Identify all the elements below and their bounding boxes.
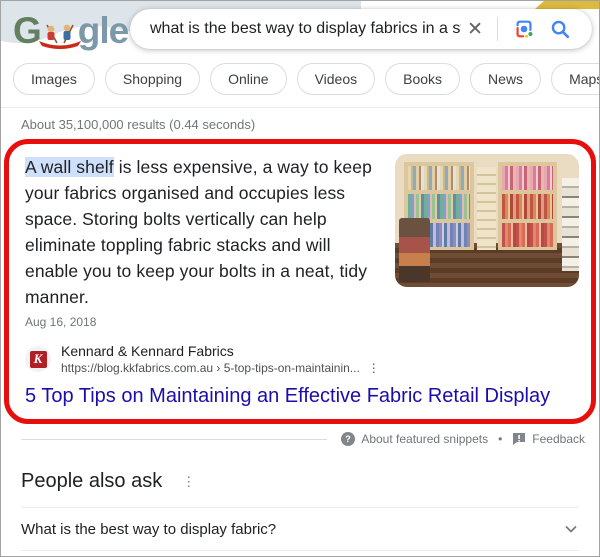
google-doodle-logo[interactable]: G gle (13, 9, 129, 51)
search-box[interactable]: what is the best way to display fabrics … (130, 9, 592, 49)
footer-dot-separator: • (498, 432, 503, 446)
people-also-ask-title: People also ask (21, 470, 163, 492)
result-more-options-icon[interactable]: ⋮ (368, 360, 380, 376)
source-favicon: K (25, 346, 51, 372)
source-name[interactable]: Kennard & Kennard Fabrics (61, 342, 380, 360)
searchbox-divider (497, 17, 498, 41)
search-submit-icon[interactable] (542, 18, 578, 40)
clear-search-icon[interactable]: ✕ (461, 18, 489, 41)
help-circle-icon: ? (341, 432, 356, 446)
snippet-text-column: A wall shelf is less expensive, a way to… (25, 154, 395, 329)
tab-online[interactable]: Online (210, 63, 287, 95)
result-title-link[interactable]: 5 Top Tips on Maintaining an Effective F… (25, 383, 579, 409)
footer-divider-line (21, 438, 328, 440)
snippet-thumbnail-fabric-store[interactable] (395, 154, 579, 287)
source-text-block: Kennard & Kennard Fabrics https://blog.k… (61, 342, 380, 376)
tab-books[interactable]: Books (385, 63, 461, 95)
snippet-body-text: A wall shelf is less expensive, a way to… (25, 154, 381, 310)
doodle-banner-decoration (535, 1, 599, 9)
paa-question-1[interactable]: What is the best way to display fabric? (21, 508, 579, 551)
feedback-flag-icon (513, 433, 526, 445)
canoe-doodle-icon (38, 24, 81, 49)
search-header: G gle what is the best way to display fa… (1, 1, 599, 57)
photo-middle-rack (476, 167, 497, 250)
snippet-highlight: A wall shelf (25, 157, 114, 177)
result-stats: About 35,100,000 results (0.44 seconds) (21, 117, 256, 132)
svg-text:?: ? (346, 434, 352, 444)
photo-right-stack (562, 177, 579, 272)
logo-letters-gle: gle (77, 10, 129, 51)
snippet-date: Aug 16, 2018 (25, 315, 97, 329)
tab-images[interactable]: Images (13, 63, 95, 95)
about-featured-snippets-link[interactable]: ? About featured snippets (341, 432, 488, 446)
google-lens-icon[interactable] (506, 18, 542, 40)
paa-question-list: What is the best way to display fabric? … (21, 507, 579, 556)
paa-more-options-icon[interactable]: ⋮ (182, 474, 195, 490)
google-search-results-page: G gle what is the best way to display fa… (0, 0, 600, 557)
photo-cart (398, 217, 430, 282)
snippet-feedback-link[interactable]: Feedback (512, 432, 585, 446)
people-also-ask-section: People also ask ⋮ What is the best way t… (21, 470, 579, 556)
search-filter-tabs: Images Shopping Online Videos Books News… (1, 57, 599, 108)
search-input[interactable]: what is the best way to display fabrics … (150, 20, 461, 38)
tab-videos[interactable]: Videos (296, 63, 376, 95)
snippet-body-rest: is less expensive, a way to keep your fa… (25, 157, 372, 307)
tab-shopping[interactable]: Shopping (104, 63, 201, 95)
tab-news[interactable]: News (470, 63, 542, 95)
source-url[interactable]: https://blog.kkfabrics.com.au › 5-top-ti… (61, 360, 360, 376)
featured-snippet-annotation: A wall shelf is less expensive, a way to… (4, 139, 596, 424)
paa-question-2[interactable]: How do you display fabric on the wall? (21, 551, 579, 556)
snippet-footer: ? About featured snippets • Feedback (21, 432, 585, 446)
chevron-down-icon[interactable] (563, 521, 579, 537)
photo-right-shelf (498, 161, 557, 250)
tab-maps[interactable]: Maps (551, 63, 599, 95)
snippet-source-row: K Kennard & Kennard Fabrics https://blog… (25, 342, 579, 376)
